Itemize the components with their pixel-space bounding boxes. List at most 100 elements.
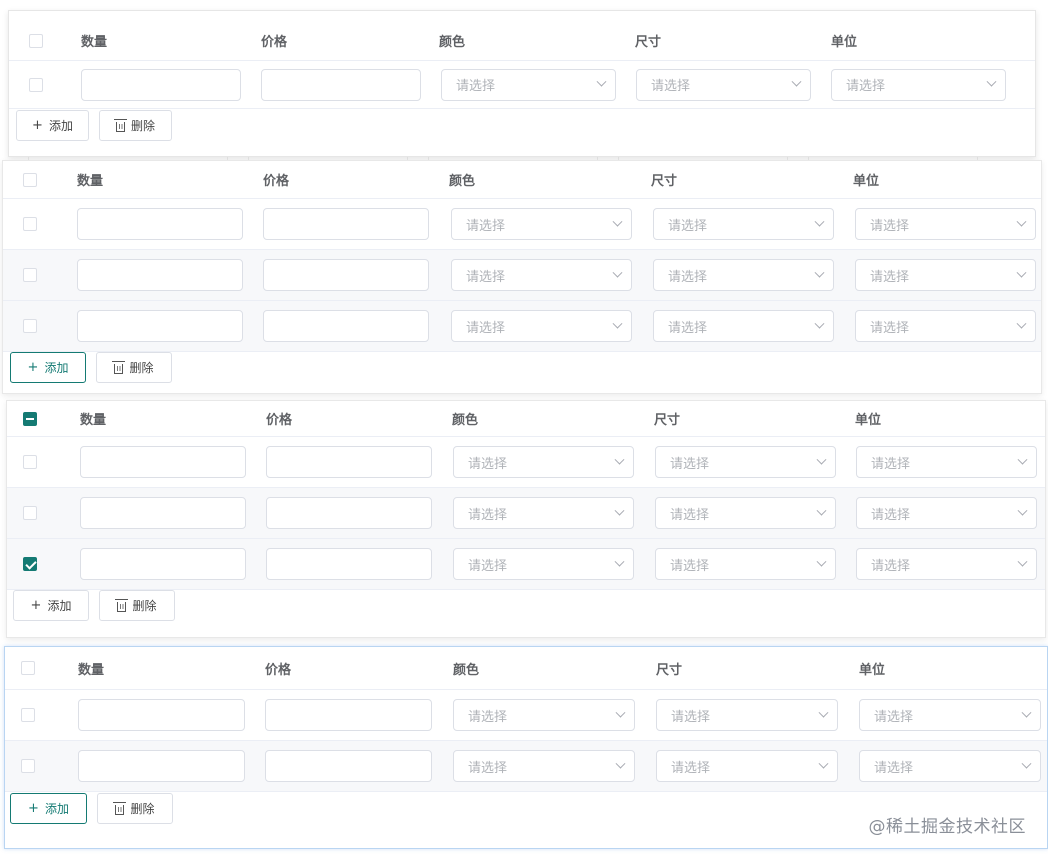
color-select[interactable]: 请选择 xyxy=(453,548,634,580)
unit-select[interactable]: 请选择 xyxy=(856,548,1037,580)
delete-button[interactable]: 删除 xyxy=(99,590,175,621)
column-header: 价格 xyxy=(266,413,293,428)
size-select[interactable]: 请选择 xyxy=(655,548,836,580)
row-checkbox[interactable] xyxy=(23,268,37,282)
select-placeholder: 请选择 xyxy=(670,558,710,574)
quantity-input[interactable] xyxy=(77,259,243,291)
column-header: 颜色 xyxy=(449,174,476,189)
price-input[interactable] xyxy=(266,446,432,478)
add-label: 添加 xyxy=(44,802,69,816)
column-header: 尺寸 xyxy=(635,35,662,50)
chevron-down-icon xyxy=(1017,454,1028,465)
table-row: 请选择 请选择 请选择 xyxy=(3,301,1041,352)
chevron-down-icon xyxy=(1017,505,1028,516)
color-select[interactable]: 请选择 xyxy=(453,497,634,529)
chevron-down-icon xyxy=(615,707,626,718)
size-select[interactable]: 请选择 xyxy=(653,208,834,240)
delete-button[interactable]: 删除 xyxy=(99,110,172,141)
color-select[interactable]: 请选择 xyxy=(451,310,632,342)
row-checkbox[interactable] xyxy=(23,455,37,469)
quantity-input[interactable] xyxy=(80,497,246,529)
delete-label: 删除 xyxy=(130,119,155,133)
row-checkbox[interactable] xyxy=(29,77,43,92)
unit-select[interactable]: 请选择 xyxy=(855,310,1036,342)
chevron-down-icon xyxy=(1016,267,1027,278)
size-select[interactable]: 请选择 xyxy=(655,446,836,478)
plus-icon: + xyxy=(27,360,39,375)
price-input[interactable] xyxy=(263,208,429,240)
add-button[interactable]: + 添加 xyxy=(10,352,86,383)
chevron-down-icon xyxy=(614,505,625,516)
column-header: 数量 xyxy=(77,174,104,189)
price-input[interactable] xyxy=(265,699,432,731)
row-checkbox[interactable] xyxy=(23,506,37,520)
unit-select[interactable]: 请选择 xyxy=(831,68,1006,101)
unit-select[interactable]: 请选择 xyxy=(855,259,1036,291)
row-checkbox[interactable] xyxy=(21,759,35,773)
trash-icon xyxy=(115,598,129,612)
add-button[interactable]: + 添加 xyxy=(16,110,89,141)
select-all-checkbox[interactable] xyxy=(21,661,35,675)
quantity-input[interactable] xyxy=(81,68,241,101)
quantity-input[interactable] xyxy=(80,446,246,478)
delete-label: 删除 xyxy=(129,361,154,375)
row-checkbox[interactable] xyxy=(23,217,37,231)
row-checkbox[interactable] xyxy=(21,708,35,722)
select-placeholder: 请选择 xyxy=(871,456,911,472)
chevron-down-icon xyxy=(816,454,827,465)
row-checkbox[interactable] xyxy=(23,557,37,571)
select-all-checkbox[interactable] xyxy=(23,411,37,426)
add-label: 添加 xyxy=(44,361,69,375)
quantity-input[interactable] xyxy=(78,750,245,782)
color-select[interactable]: 请选择 xyxy=(441,68,616,101)
select-placeholder: 请选择 xyxy=(671,709,711,725)
size-select[interactable]: 请选择 xyxy=(655,497,836,529)
select-placeholder: 请选择 xyxy=(670,456,710,472)
select-placeholder: 请选择 xyxy=(468,507,508,523)
size-select[interactable]: 请选择 xyxy=(653,310,834,342)
size-select[interactable]: 请选择 xyxy=(653,259,834,291)
trash-icon xyxy=(113,801,127,815)
select-placeholder: 请选择 xyxy=(668,218,708,234)
color-select[interactable]: 请选择 xyxy=(453,446,634,478)
add-button[interactable]: + 添加 xyxy=(13,590,89,621)
select-placeholder: 请选择 xyxy=(668,269,708,285)
color-select[interactable]: 请选择 xyxy=(453,699,635,731)
unit-select[interactable]: 请选择 xyxy=(859,699,1041,731)
add-button[interactable]: + 添加 xyxy=(10,793,87,824)
size-select[interactable]: 请选择 xyxy=(656,750,838,782)
price-input[interactable] xyxy=(265,750,432,782)
price-input[interactable] xyxy=(266,497,432,529)
price-input[interactable] xyxy=(261,68,421,101)
plus-icon: + xyxy=(32,118,43,133)
quantity-input[interactable] xyxy=(77,208,243,240)
unit-select[interactable]: 请选择 xyxy=(856,497,1037,529)
delete-button[interactable]: 删除 xyxy=(97,793,173,824)
quantity-input[interactable] xyxy=(80,548,246,580)
column-header: 单位 xyxy=(853,174,880,189)
color-select[interactable]: 请选择 xyxy=(451,259,632,291)
select-placeholder: 请选择 xyxy=(871,507,911,523)
price-input[interactable] xyxy=(263,259,429,291)
select-placeholder: 请选择 xyxy=(870,269,910,285)
size-select[interactable]: 请选择 xyxy=(656,699,838,731)
row-checkbox[interactable] xyxy=(23,319,37,333)
column-header: 尺寸 xyxy=(654,413,681,428)
select-all-checkbox[interactable] xyxy=(23,172,37,187)
price-input[interactable] xyxy=(263,310,429,342)
delete-button[interactable]: 删除 xyxy=(96,352,172,383)
unit-select[interactable]: 请选择 xyxy=(855,208,1036,240)
trash-icon xyxy=(112,360,126,374)
column-header: 数量 xyxy=(78,662,105,678)
column-header: 颜色 xyxy=(452,413,479,428)
quantity-input[interactable] xyxy=(77,310,243,342)
select-all-checkbox[interactable] xyxy=(29,33,43,48)
chevron-down-icon xyxy=(814,216,825,227)
color-select[interactable]: 请选择 xyxy=(453,750,635,782)
size-select[interactable]: 请选择 xyxy=(636,68,811,101)
unit-select[interactable]: 请选择 xyxy=(859,750,1041,782)
quantity-input[interactable] xyxy=(78,699,245,731)
price-input[interactable] xyxy=(266,548,432,580)
unit-select[interactable]: 请选择 xyxy=(856,446,1037,478)
color-select[interactable]: 请选择 xyxy=(451,208,632,240)
